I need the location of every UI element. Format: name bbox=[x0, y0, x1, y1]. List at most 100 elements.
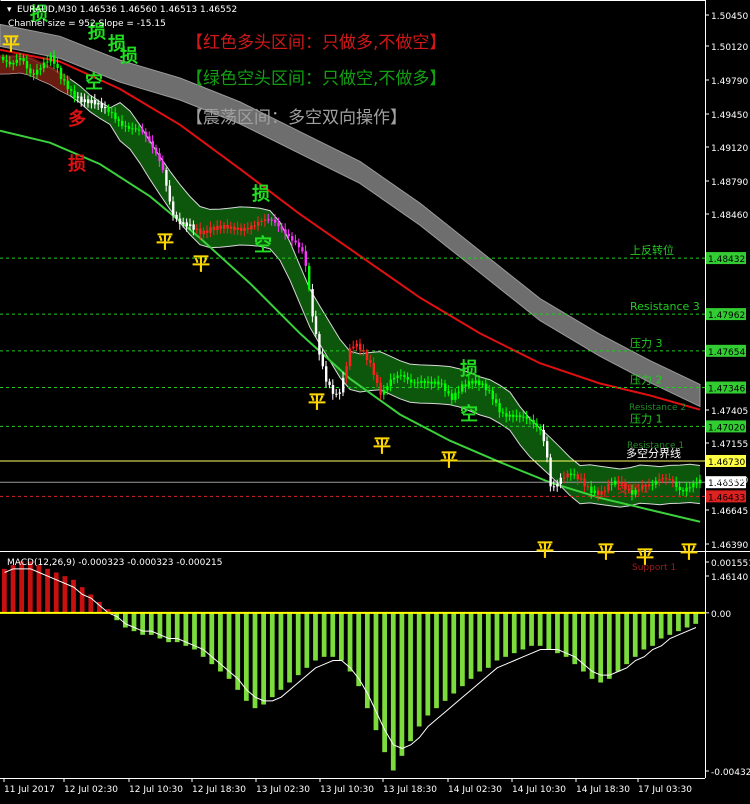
candle-body bbox=[8, 61, 12, 65]
candle-body bbox=[457, 391, 460, 393]
candle-body bbox=[369, 360, 372, 363]
candle-body bbox=[563, 477, 566, 479]
candle-body bbox=[406, 377, 409, 380]
macd-bar bbox=[269, 612, 275, 698]
candle-body bbox=[250, 225, 253, 230]
candle-body bbox=[19, 58, 22, 60]
candle-body bbox=[620, 482, 624, 485]
level-tag-text: 1.46433 bbox=[708, 493, 745, 503]
level-tag-text: 1.47346 bbox=[708, 385, 745, 395]
candle-body bbox=[593, 490, 596, 493]
candle-body bbox=[216, 225, 219, 230]
candle-body bbox=[161, 161, 165, 170]
macd-bar bbox=[347, 612, 353, 672]
candle-body bbox=[49, 55, 52, 62]
macd-tick-label: 0.001551 bbox=[711, 559, 750, 569]
candle-body bbox=[287, 233, 290, 237]
candle-body bbox=[229, 226, 233, 229]
candle-body bbox=[603, 490, 607, 492]
candle-body bbox=[359, 343, 362, 350]
candle-body bbox=[297, 242, 301, 248]
candle-body bbox=[80, 96, 83, 103]
candle-body bbox=[454, 392, 457, 400]
macd-bar bbox=[174, 612, 180, 643]
candle-body bbox=[661, 478, 664, 480]
candle-body bbox=[342, 377, 345, 393]
time-tick-label: 14 Jul 02:30 bbox=[448, 785, 502, 795]
candle-body bbox=[284, 229, 287, 234]
candle-body bbox=[484, 383, 488, 391]
candle-body bbox=[399, 375, 403, 377]
candle-body bbox=[189, 224, 192, 227]
price-tick-label: 1.49120 bbox=[711, 144, 748, 154]
candle-body bbox=[32, 73, 35, 75]
macd-bar bbox=[10, 565, 16, 613]
candle-body bbox=[386, 386, 389, 391]
candle-body bbox=[76, 96, 80, 98]
candle-body bbox=[450, 393, 454, 400]
macd-bar bbox=[434, 612, 439, 709]
macd-bar bbox=[684, 612, 690, 628]
candle-body bbox=[420, 380, 423, 383]
level-tag-text: 1.48432 bbox=[708, 255, 745, 265]
candle-body bbox=[559, 477, 562, 484]
candle-body bbox=[461, 384, 464, 392]
macd-bar bbox=[667, 612, 673, 635]
candle-body bbox=[549, 457, 552, 487]
macd-bar bbox=[546, 612, 552, 650]
signal-label: 空 bbox=[460, 403, 478, 425]
time-tick-label: 12 Jul 10:30 bbox=[129, 785, 183, 795]
candle-body bbox=[471, 381, 474, 384]
time-tick-label: 13 Jul 10:30 bbox=[320, 785, 374, 795]
signal-label: 损 bbox=[68, 153, 86, 175]
candle-body bbox=[178, 218, 182, 224]
candle-body bbox=[277, 222, 280, 227]
candle-body bbox=[522, 416, 525, 418]
candle-body bbox=[535, 423, 539, 427]
candle-body bbox=[668, 479, 671, 481]
macd-bar bbox=[529, 612, 534, 646]
candle-body bbox=[124, 125, 127, 127]
candle-body bbox=[376, 374, 379, 383]
candle-body bbox=[155, 147, 158, 154]
macd-bar bbox=[313, 612, 318, 661]
candle-body bbox=[90, 99, 93, 104]
candle-body bbox=[97, 102, 100, 105]
candle-body bbox=[12, 62, 15, 65]
candle-body bbox=[546, 441, 549, 458]
macd-bar bbox=[632, 612, 638, 657]
candle-body bbox=[624, 482, 627, 490]
legend-note: 【红色多头区间：只做多,不做空】 bbox=[186, 33, 446, 53]
chart-svg: 上反转位Resistance 3压力 3压力 2压力 1多空分界线支撑 1Res… bbox=[0, 0, 750, 800]
candle-body bbox=[515, 415, 518, 417]
candle-body bbox=[165, 169, 168, 186]
macd-bar bbox=[485, 612, 491, 668]
candle-body bbox=[634, 489, 637, 495]
candle-body bbox=[695, 483, 698, 485]
candle-body bbox=[185, 222, 188, 227]
candle-body bbox=[328, 381, 331, 386]
candle-body bbox=[362, 349, 365, 352]
candle-body bbox=[253, 225, 256, 227]
legend-note: 【震荡区间：多空双向操作】 bbox=[186, 108, 407, 128]
symbol-triangle-icon[interactable]: ▾ bbox=[7, 5, 12, 15]
level-tag-text: 1.47654 bbox=[708, 348, 745, 358]
price-tick-label: 1.50450 bbox=[711, 12, 748, 22]
candle-body bbox=[331, 385, 335, 394]
candle-body bbox=[107, 107, 110, 113]
signal-label: 损 bbox=[120, 45, 138, 67]
candle-body bbox=[678, 487, 681, 491]
price-tick-label: 1.46390 bbox=[711, 541, 748, 551]
candle-body bbox=[29, 68, 32, 74]
macd-bar bbox=[598, 612, 604, 683]
level-label: 压力 3 bbox=[630, 337, 663, 350]
candle-body bbox=[5, 60, 8, 62]
candle-body bbox=[600, 491, 603, 495]
overlay-text: Resistance 1 bbox=[627, 441, 684, 451]
candle-body bbox=[294, 240, 297, 243]
candle-body bbox=[699, 479, 702, 484]
macd-bar bbox=[226, 612, 232, 679]
macd-bar bbox=[650, 612, 655, 646]
macd-tick-label: 0.00 bbox=[711, 610, 731, 620]
candle-body bbox=[525, 416, 528, 419]
